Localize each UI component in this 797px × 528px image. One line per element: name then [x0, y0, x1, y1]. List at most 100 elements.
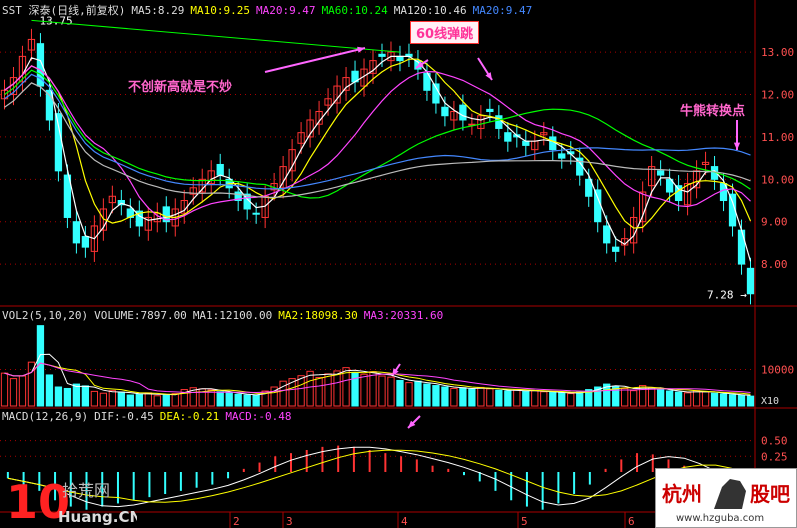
volume-bar [513, 389, 521, 407]
candle-body [216, 163, 224, 176]
macd-title: MACD(12,26,9) [2, 410, 89, 423]
ma20-readout: MA20:9.47 [255, 4, 316, 17]
candle-body [746, 267, 755, 295]
macd-readout: MACD:-0.48 [225, 410, 292, 423]
x-tick-label: 6 [628, 515, 635, 528]
right-watermark-logo: 杭州 股吧 www.hzguba.com [655, 468, 797, 528]
macd-header: MACD(12,26,9) DIF:-0.45 DEA:-0.21 MACD:-0.4… [2, 410, 298, 423]
volume-bar [477, 386, 485, 407]
candle-body [378, 53, 386, 57]
vol-unit-label: X10 [761, 396, 779, 407]
volume-bar [0, 372, 9, 407]
candle-body [252, 212, 260, 215]
volume-bar [63, 387, 72, 407]
volume-bar [387, 376, 395, 407]
volume-bar [710, 392, 719, 407]
candle-body [603, 225, 611, 244]
volume-bar [423, 383, 431, 407]
right-watermark-city: 杭州 [662, 482, 702, 506]
volume-bar [728, 394, 737, 407]
volume-bar [144, 392, 152, 407]
volume-bar [630, 390, 638, 407]
volume-bar [153, 395, 161, 407]
ma60-line [4, 69, 751, 199]
volume-bar [683, 392, 692, 407]
ma10-line [4, 58, 752, 229]
candle-body [396, 55, 404, 62]
volume-bar [162, 394, 170, 407]
volume-bar [315, 377, 323, 407]
candle-body [549, 136, 557, 151]
macd-tick-label: 0.25 [761, 450, 788, 463]
volume-bar [737, 394, 746, 407]
volume-bar [495, 389, 503, 407]
bull-icon [714, 479, 746, 509]
volume-bar [621, 387, 629, 407]
annotation-ma60-rebound: 60线弹跳 [410, 21, 480, 44]
volume-bar [99, 392, 108, 407]
price-tick-label: 13.00 [761, 46, 794, 59]
main-title: SST 深泰(日线,前复权) [2, 4, 126, 17]
volume-bar [171, 393, 179, 407]
volume-bar [719, 393, 728, 407]
volume-bar [243, 394, 251, 407]
price-tick-label: 11.00 [761, 131, 794, 144]
volume-bar [647, 387, 656, 407]
volume-bar [234, 393, 242, 407]
volume-bar [135, 393, 143, 407]
volume-bar [746, 395, 755, 407]
volume-bar [504, 390, 512, 407]
volume-bar [54, 386, 63, 407]
volume-bar [297, 375, 305, 407]
x-tick-label: 3 [286, 515, 293, 528]
volume-bar [441, 386, 449, 407]
volume-panel [0, 325, 755, 407]
x-tick-label: 4 [401, 515, 408, 528]
ma120-readout: MA120:10.46 [393, 4, 467, 17]
price-tick-label: 9.00 [761, 216, 788, 229]
arrow-no-new-high [264, 47, 366, 73]
volume-bar [369, 371, 377, 407]
volume-bar [558, 392, 566, 407]
volume-bar [216, 391, 224, 407]
volume-bar [432, 385, 440, 407]
volume-header: VOL2(5,10,20) VOLUME:7897.00 MA1:12100.00 M… [2, 309, 449, 322]
volume-bar [360, 373, 368, 407]
volume-bar [576, 391, 584, 407]
volume-bar [225, 392, 233, 407]
vol-ma3-readout: MA3:20331.60 [363, 309, 444, 322]
left-watermark-site: 拾荒网 [62, 481, 110, 500]
candle-body [504, 132, 512, 142]
volume-bar [396, 379, 404, 407]
vol-title: VOL2(5,10,20) [2, 309, 89, 322]
stock-chart: { "header_main": { "title": "SST 深泰(日线,前… [0, 0, 797, 528]
ma5-line [4, 55, 752, 262]
main-header: SST 深泰(日线,前复权) MA5:8.29 MA10:9.25 MA20:9.47… [2, 2, 538, 18]
volume-bar [486, 388, 494, 407]
volume-bar [549, 391, 557, 407]
right-watermark-domain: www.hzguba.com [676, 513, 764, 524]
ma250-line [4, 82, 751, 199]
vol-tick-label: 10000 [761, 363, 794, 376]
volume-bar [72, 383, 81, 407]
chart-canvas: 13.757.28 → 8.00 9.00 10.00 11.00 12.00 13.00… [0, 0, 797, 528]
left-watermark-domain: Huang.CN [58, 508, 137, 526]
volume-bar [450, 387, 458, 407]
price-tick-label: 12.00 [761, 89, 794, 102]
volume-bar [378, 375, 386, 407]
candle-body [558, 153, 566, 159]
trend-line [31, 19, 401, 53]
candle-body [459, 104, 467, 121]
ma5-readout: MA5:8.29 [131, 4, 185, 17]
volume-bar [405, 382, 413, 407]
volume-bar [324, 373, 332, 407]
candle-body [441, 106, 449, 117]
dif-readout: DIF:-0.45 [94, 410, 154, 423]
volume-bar [540, 391, 548, 407]
volume-bar [333, 370, 341, 407]
volume-bar [468, 388, 476, 407]
candle-body [81, 236, 90, 248]
volume-bar [45, 374, 54, 407]
candle-body [54, 113, 63, 172]
candle-body [72, 221, 81, 244]
